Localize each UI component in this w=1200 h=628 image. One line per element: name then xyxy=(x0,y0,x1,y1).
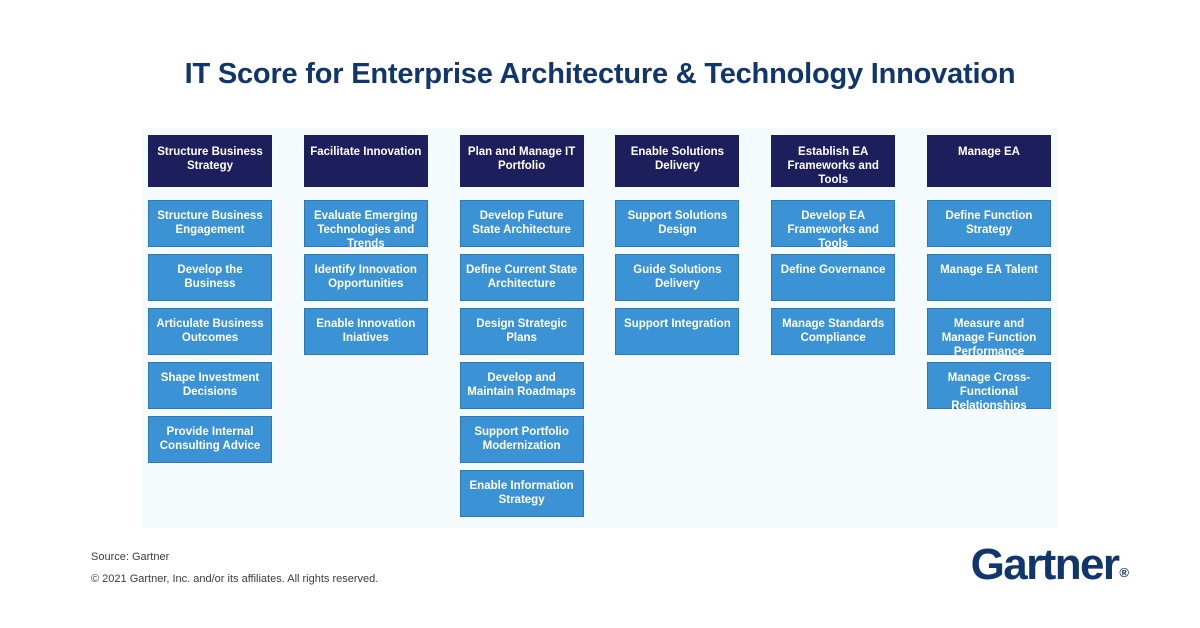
capability-cell[interactable]: Develop and Maintain Roadmaps xyxy=(459,362,584,409)
registered-trademark-icon: ® xyxy=(1119,565,1129,580)
column-header[interactable]: Facilitate Innovation xyxy=(303,135,428,187)
capability-cell[interactable]: Measure and Manage Function Performance xyxy=(926,308,1051,358)
matrix-column: Structure Business Strategy Structure Bus… xyxy=(148,135,272,528)
matrix-column: Plan and Manage IT Portfolio Develop Futu… xyxy=(459,135,584,528)
capability-cell[interactable]: Support Portfolio Modernization xyxy=(459,416,584,463)
capability-cell[interactable]: Define Function Strategy xyxy=(926,200,1051,247)
capability-cell[interactable]: Manage EA Talent xyxy=(926,254,1051,301)
capability-cell[interactable]: Define Current State Architecture xyxy=(459,254,584,301)
source-attribution: Source: Gartner xyxy=(91,551,170,563)
capability-cell[interactable]: Manage Standards Compliance xyxy=(771,308,896,355)
capability-cell[interactable]: Evaluate Emerging Technologies and Trend… xyxy=(303,200,428,250)
capability-cell[interactable]: Define Governance xyxy=(771,254,896,301)
copyright-notice: © 2021 Gartner, Inc. and/or its affiliat… xyxy=(91,573,379,585)
capability-cell[interactable]: Provide Internal Consulting Advice xyxy=(148,416,272,463)
capability-cell[interactable]: Identify Innovation Opportunities xyxy=(303,254,428,301)
matrix-column: Enable Solutions Delivery Support Solutio… xyxy=(615,135,740,528)
capability-cell[interactable]: Design Strategic Plans xyxy=(459,308,584,355)
capability-cell[interactable]: Support Integration xyxy=(615,308,740,355)
capability-cell[interactable]: Enable Information Strategy xyxy=(459,470,584,517)
page-title: IT Score for Enterprise Architecture & T… xyxy=(184,58,1016,90)
matrix-column: Manage EA Define Function Strategy Manage … xyxy=(926,135,1051,528)
column-header[interactable]: Structure Business Strategy xyxy=(148,135,272,187)
capability-matrix: Structure Business Strategy Structure Bus… xyxy=(141,128,1058,528)
capability-cell[interactable]: Enable Innovation Iniatives xyxy=(303,308,428,355)
gartner-logo-text: Gartner xyxy=(970,540,1120,589)
matrix-column: Facilitate Innovation Evaluate Emerging T… xyxy=(303,135,428,528)
capability-cell[interactable]: Develop the Business xyxy=(148,254,272,301)
capability-cell[interactable]: Structure Business Engagement xyxy=(148,200,272,247)
column-header[interactable]: Establish EA Frameworks and Tools xyxy=(771,135,896,187)
matrix-column: Establish EA Frameworks and Tools Develop… xyxy=(771,135,896,528)
capability-cell[interactable]: Develop EA Frameworks and Tools xyxy=(771,200,896,250)
capability-cell[interactable]: Develop Future State Architecture xyxy=(459,200,584,247)
gartner-logo: Gartner® xyxy=(970,540,1129,598)
column-header[interactable]: Plan and Manage IT Portfolio xyxy=(459,135,584,187)
column-header[interactable]: Enable Solutions Delivery xyxy=(615,135,740,187)
capability-cell[interactable]: Support Solutions Design xyxy=(615,200,740,247)
capability-cell[interactable]: Shape Investment Decisions xyxy=(148,362,272,409)
column-header[interactable]: Manage EA xyxy=(926,135,1051,187)
capability-cell[interactable]: Manage Cross-Functional Relationships xyxy=(926,362,1051,412)
capability-cell[interactable]: Articulate Business Outcomes xyxy=(148,308,272,355)
capability-cell[interactable]: Guide Solutions Delivery xyxy=(615,254,740,301)
